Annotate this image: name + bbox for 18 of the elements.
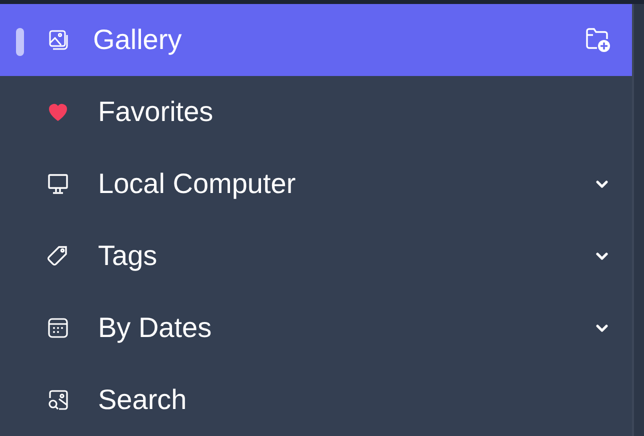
item-label: Local Computer <box>98 168 297 200</box>
monitor-icon <box>46 172 70 196</box>
add-folder-icon[interactable] <box>584 26 612 54</box>
tag-icon <box>46 244 70 268</box>
sidebar-item[interactable]: Local Computer <box>0 148 632 220</box>
item-label: Gallery <box>93 24 183 56</box>
item-label: Tags <box>98 240 158 272</box>
sidebar-item[interactable]: Gallery <box>0 4 632 76</box>
image-search-icon <box>46 388 70 412</box>
sidebar-item[interactable]: By Dates <box>0 292 632 364</box>
selection-indicator <box>16 28 24 56</box>
sidebar-item[interactable]: Favorites <box>0 76 632 148</box>
calendar-icon <box>46 316 70 340</box>
sidebar-item[interactable]: Search <box>0 364 632 436</box>
item-label: Favorites <box>98 96 214 128</box>
sidebar-item[interactable]: Tags <box>0 220 632 292</box>
item-label: Search <box>98 384 188 416</box>
item-label: By Dates <box>98 312 213 344</box>
